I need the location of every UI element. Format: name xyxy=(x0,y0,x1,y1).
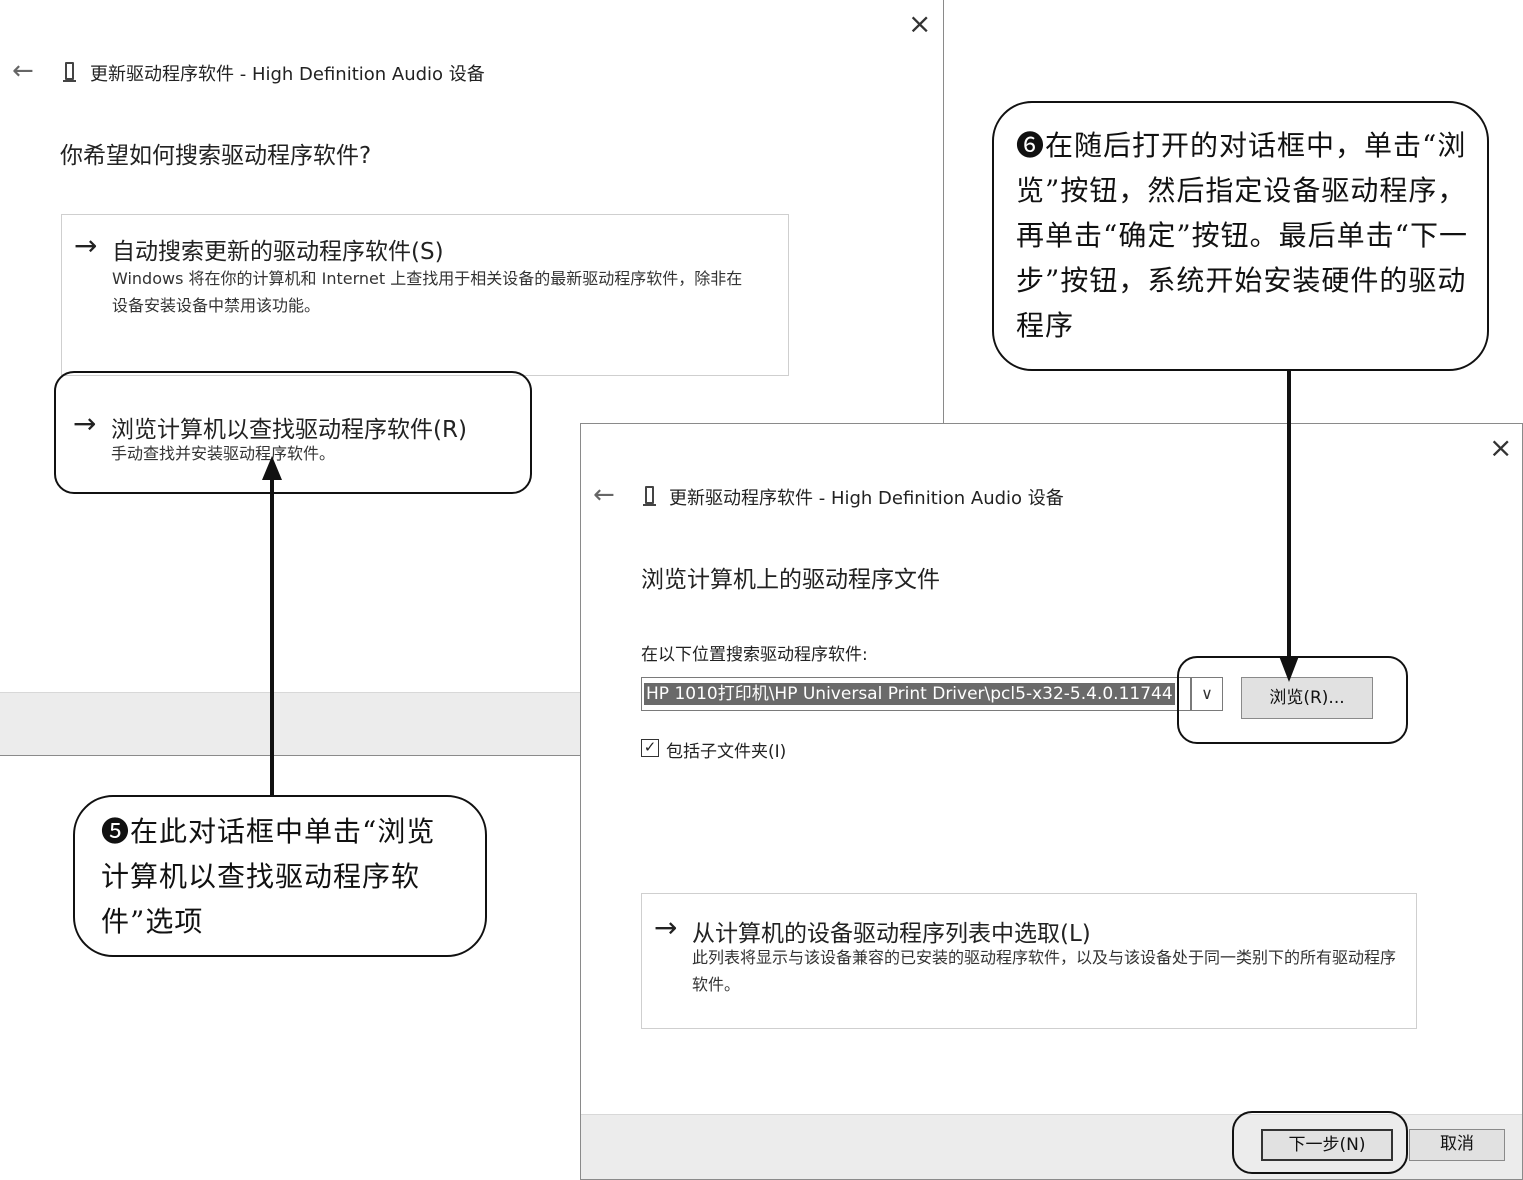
include-subfolders-label: 包括子文件夹(I) xyxy=(666,742,787,762)
highlight-next-button xyxy=(1232,1111,1408,1174)
device-icon xyxy=(643,486,656,506)
search-location-label: 在以下位置搜索驱动程序软件: xyxy=(641,645,868,665)
arrow-step-5-line xyxy=(270,476,274,796)
close-icon[interactable]: × xyxy=(1489,434,1512,462)
dialog-title: 更新驱动程序软件 - High Definition Audio 设备 xyxy=(669,488,1064,509)
callout-step-5-text: ❺在此对话框中单击“浏览计算机以查找驱动程序软件”选项 xyxy=(101,815,436,938)
arrow-right-icon: → xyxy=(74,229,98,262)
option-list-desc: 此列表将显示与该设备兼容的已安装的驱动程序软件，以及与该设备处于同一类别下的所有… xyxy=(692,948,1397,994)
include-subfolders-checkbox[interactable]: ✓ xyxy=(641,739,659,757)
dialog-title: 更新驱动程序软件 - High Definition Audio 设备 xyxy=(90,64,485,85)
arrow-step-6-head xyxy=(1279,656,1299,682)
arrow-right-icon: → xyxy=(654,911,678,944)
option-auto-desc: Windows 将在你的计算机和 Internet 上查找用于相关设备的最新驱动… xyxy=(112,269,743,315)
highlight-browse-option xyxy=(54,371,532,494)
page-heading: 你希望如何搜索驱动程序软件? xyxy=(60,143,372,169)
option-auto-title: 自动搜索更新的驱动程序软件(S) xyxy=(112,239,444,265)
option-auto-search[interactable]: → 自动搜索更新的驱动程序软件(S) Windows 将在你的计算机和 Inte… xyxy=(61,214,789,376)
back-arrow-icon[interactable]: ← xyxy=(12,58,34,84)
close-icon[interactable]: × xyxy=(908,10,931,38)
path-input-value: HP 1010打印机\HP Universal Print Driver\pcl… xyxy=(644,683,1175,705)
callout-step-5: ❺在此对话框中单击“浏览计算机以查找驱动程序软件”选项 xyxy=(73,795,487,957)
callout-step-6: ❻在随后打开的对话框中，单击“浏览”按钮，然后指定设备驱动程序，再单击“确定”按… xyxy=(992,101,1489,371)
device-icon xyxy=(63,62,76,82)
cancel-button[interactable]: 取消 xyxy=(1409,1129,1505,1161)
arrow-step-6-line xyxy=(1287,370,1291,660)
path-input[interactable]: HP 1010打印机\HP Universal Print Driver\pcl… xyxy=(641,677,1191,711)
arrow-step-5-head xyxy=(262,456,282,480)
dialog-browse-files: × ← 更新驱动程序软件 - High Definition Audio 设备 … xyxy=(580,423,1523,1180)
option-list-title: 从计算机的设备驱动程序列表中选取(L) xyxy=(692,921,1091,947)
option-pick-from-list[interactable]: → 从计算机的设备驱动程序列表中选取(L) 此列表将显示与该设备兼容的已安装的驱… xyxy=(641,893,1417,1029)
callout-step-6-text: ❻在随后打开的对话框中，单击“浏览”按钮，然后指定设备驱动程序，再单击“确定”按… xyxy=(1016,129,1468,342)
page-heading: 浏览计算机上的驱动程序文件 xyxy=(641,567,940,593)
back-arrow-icon[interactable]: ← xyxy=(593,482,615,508)
